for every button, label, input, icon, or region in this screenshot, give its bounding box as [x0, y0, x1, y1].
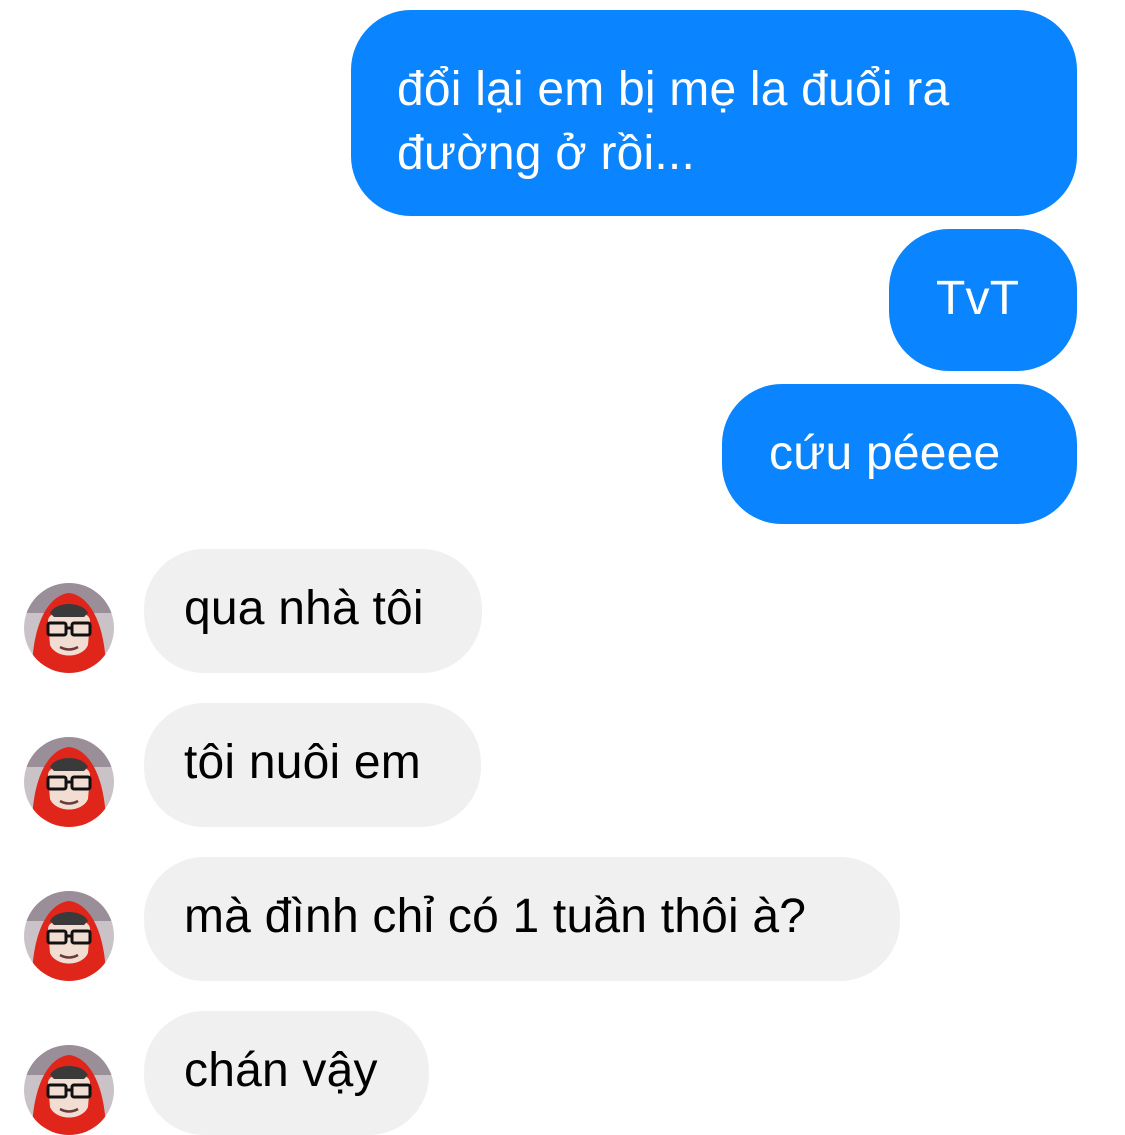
avatar-icon: [24, 1045, 114, 1135]
message-text: cứu péeee: [769, 427, 1001, 480]
incoming-message-bubble[interactable]: mà đình chỉ có 1 tuần thôi à?: [144, 857, 900, 981]
avatar[interactable]: [24, 583, 114, 673]
incoming-message-bubble[interactable]: qua nhà tôi: [144, 549, 482, 673]
outgoing-message-bubble[interactable]: TvT: [889, 229, 1077, 371]
message-text: qua nhà tôi: [184, 582, 424, 635]
avatar[interactable]: [24, 737, 114, 827]
incoming-message-bubble[interactable]: tôi nuôi em: [144, 703, 481, 827]
outgoing-message-bubble[interactable]: đổi lại em bị mẹ la đuổi ra đường ở rồi.…: [351, 10, 1077, 216]
chat-screen: { "messages": [ {"sender": "me", "lines"…: [0, 0, 1125, 1135]
avatar[interactable]: [24, 891, 114, 981]
message-text: TvT: [936, 272, 1020, 325]
avatar-icon: [24, 891, 114, 981]
outgoing-message-bubble[interactable]: cứu péeee: [722, 384, 1077, 524]
message-text: tôi nuôi em: [184, 736, 421, 789]
avatar[interactable]: [24, 1045, 114, 1135]
avatar-icon: [24, 737, 114, 827]
incoming-message-bubble[interactable]: chán vậy: [144, 1011, 429, 1135]
message-text: đổi lại em bị mẹ la đuổi ra: [397, 63, 950, 116]
avatar-icon: [24, 583, 114, 673]
message-text: đường ở rồi...: [397, 127, 695, 180]
message-text: chán vậy: [184, 1044, 378, 1097]
message-text: mà đình chỉ có 1 tuần thôi à?: [184, 890, 807, 943]
